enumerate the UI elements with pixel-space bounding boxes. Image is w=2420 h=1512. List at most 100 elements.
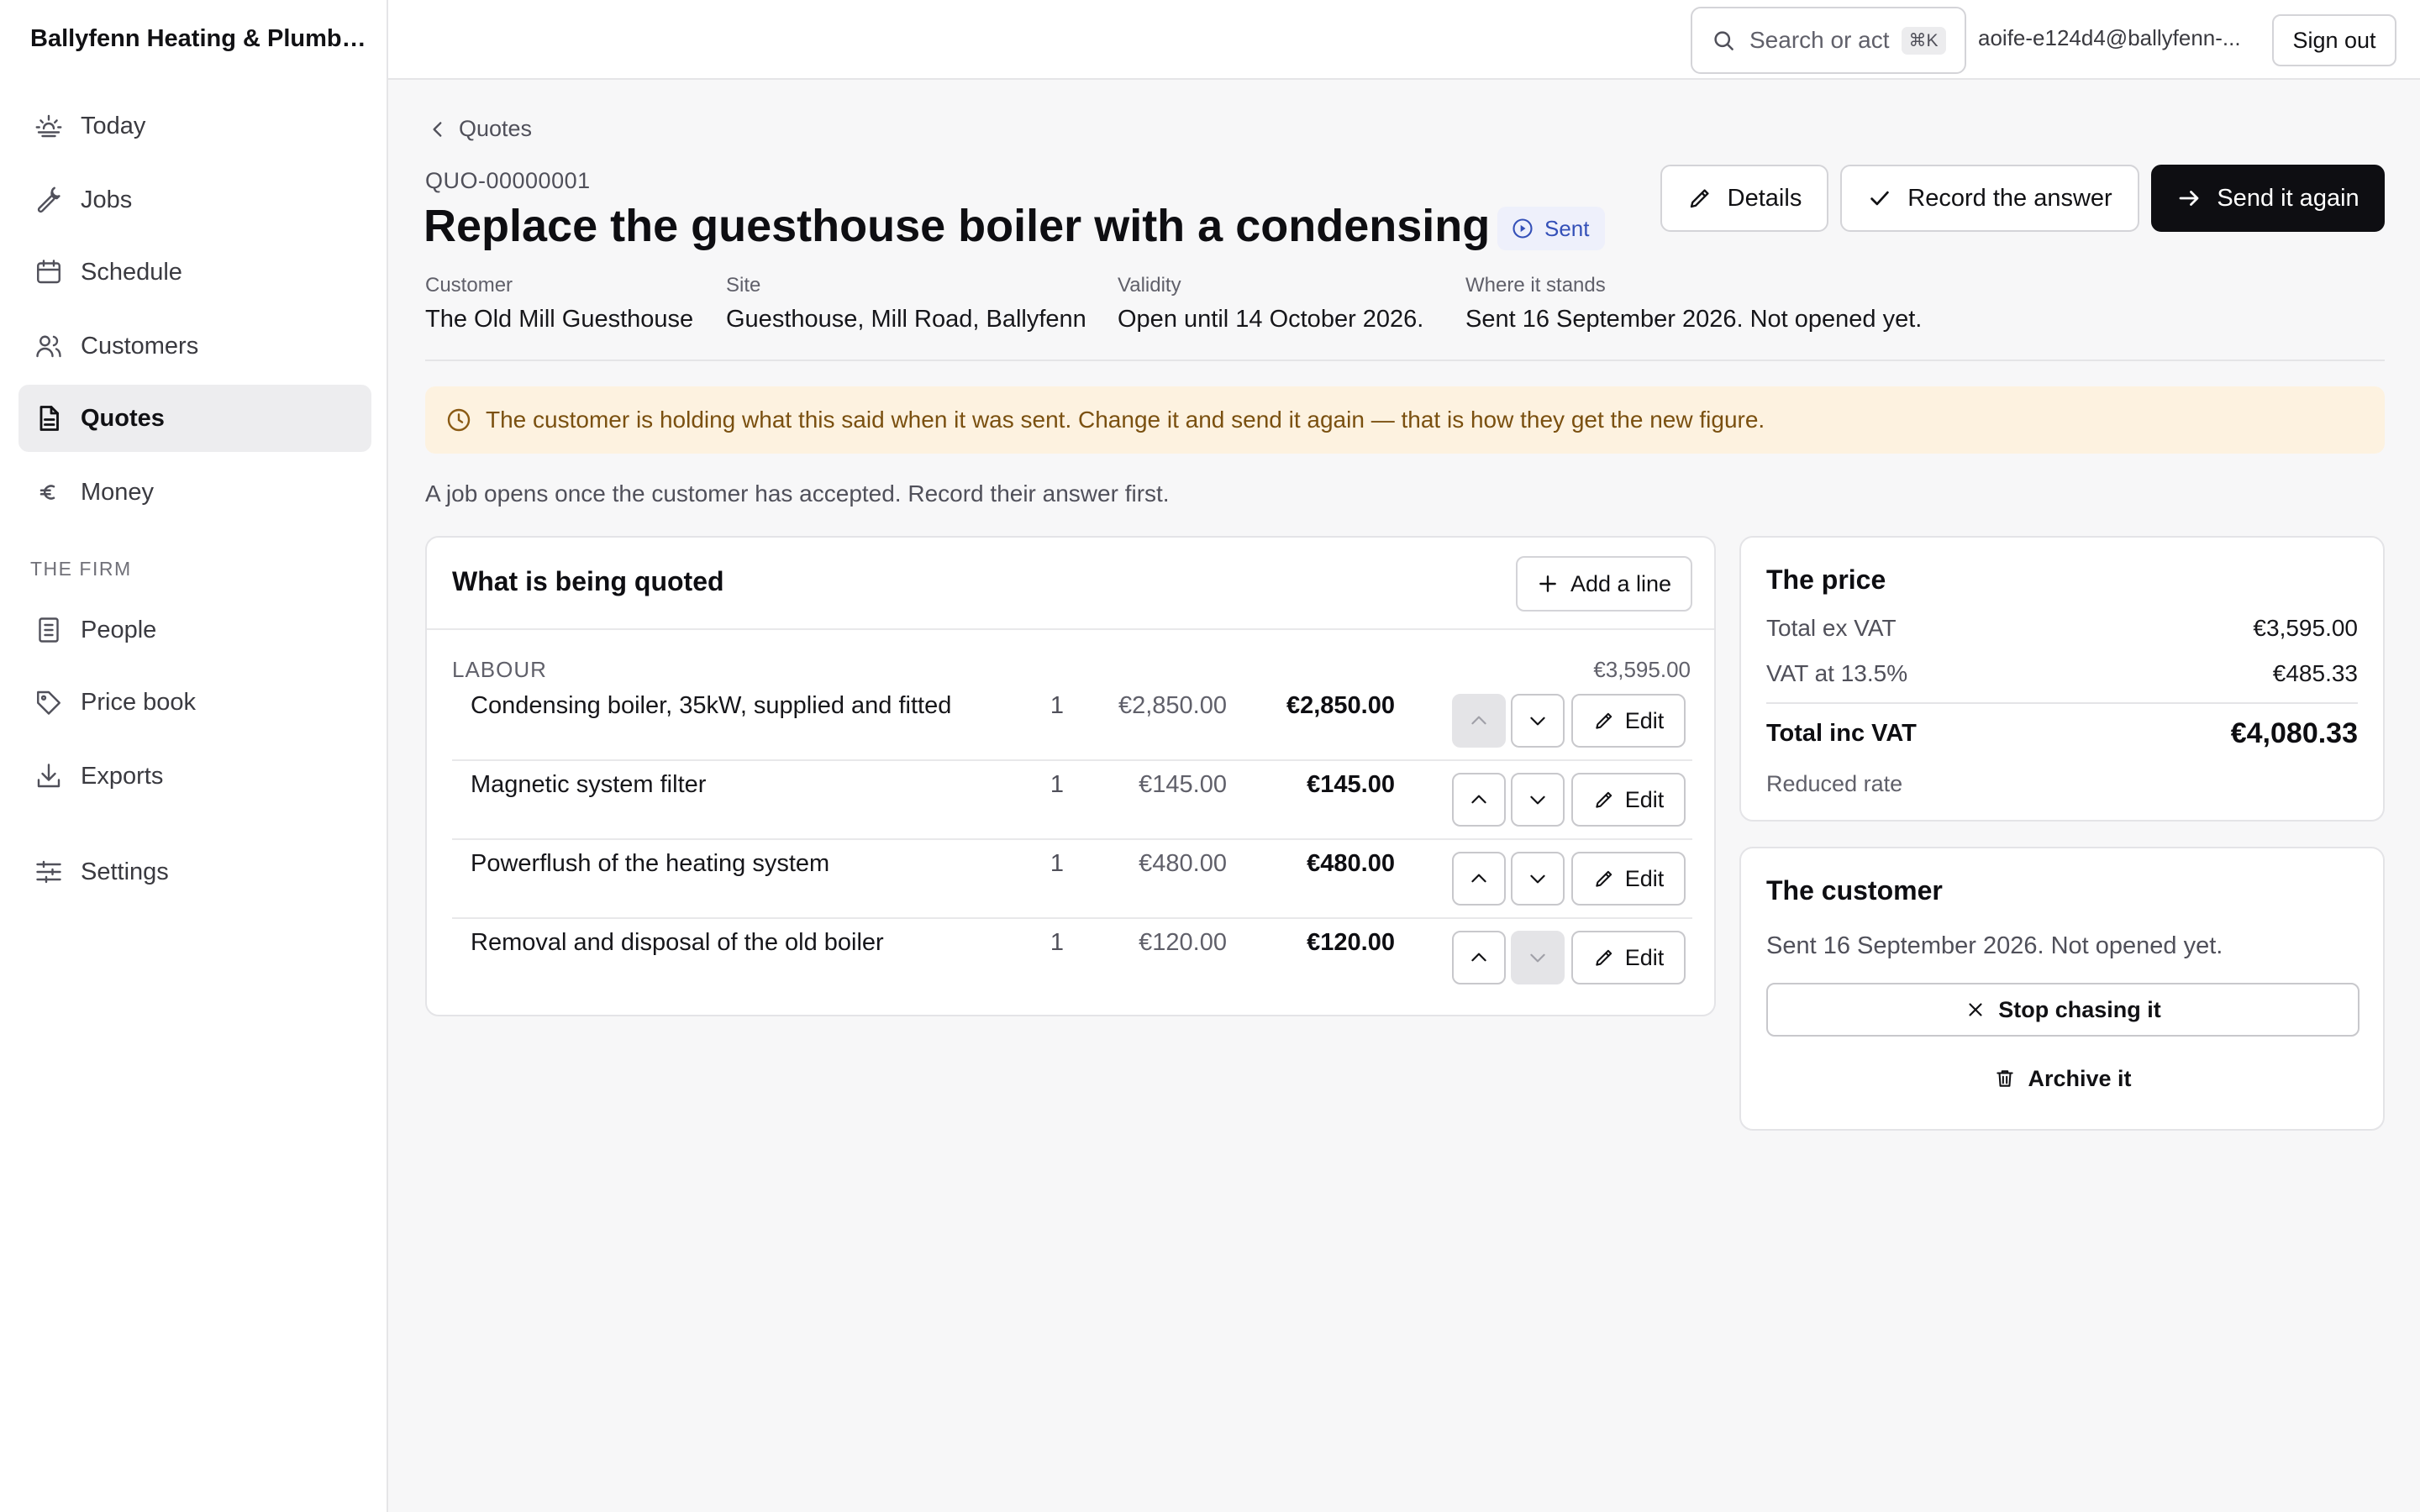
sidebar-item-money[interactable]: Money — [18, 459, 371, 526]
line-row: Removal and disposal of the old boiler 1… — [452, 919, 1692, 998]
line-quantity: 1 — [1050, 771, 1065, 798]
send-again-label: Send it again — [2217, 184, 2360, 212]
arrow-right-icon — [2176, 186, 2202, 211]
sidebar-item-jobs[interactable]: Jobs — [18, 166, 371, 234]
notice-text: The customer is holding what this said w… — [486, 407, 1765, 433]
stop-chasing-button[interactable]: Stop chasing it — [1766, 983, 2360, 1037]
sidebar-item-label: People — [81, 616, 157, 643]
sidebar-item-label: Quotes — [81, 404, 165, 432]
sidebar-item-label: Money — [81, 478, 155, 506]
calendar-icon — [34, 257, 64, 287]
quote-lines-card: What is being quoted Add a line LABOUR €… — [425, 536, 1716, 1016]
search-input[interactable]: Search or act ⌘K — [1691, 7, 1966, 74]
line-description: Condensing boiler, 35kW, supplied and fi… — [471, 692, 952, 719]
user-email: aoife-e124d4@ballyfenn-... — [1978, 25, 2241, 50]
sidebar-item-people[interactable]: People — [18, 596, 371, 664]
sidebar-item-label: Price book — [81, 688, 197, 716]
record-answer-button[interactable]: Record the answer — [1840, 165, 2139, 232]
sidebar-item-schedule[interactable]: Schedule — [18, 239, 371, 306]
nav-section-label: THE FIRM — [30, 558, 132, 580]
line-unit-price: €480.00 — [1139, 850, 1227, 877]
price-divider — [1766, 702, 2358, 704]
meta-label: Validity — [1118, 274, 1181, 297]
check-icon — [1867, 186, 1892, 211]
price-label: Total inc VAT — [1766, 720, 1917, 747]
customer-card-title: The customer — [1766, 875, 1943, 906]
pencil-icon — [1593, 710, 1615, 732]
line-total: €2,850.00 — [1286, 692, 1395, 719]
sidebar-item-label: Today — [81, 112, 146, 139]
clock-icon — [445, 407, 472, 433]
meta-value: Sent 16 September 2026. Not opened yet. — [1465, 306, 1923, 333]
sidebar-item-label: Schedule — [81, 258, 182, 286]
move-up-button[interactable] — [1452, 931, 1506, 984]
line-description: Powerflush of the heating system — [471, 850, 830, 877]
price-card: The price Total ex VAT €3,595.00 VAT at … — [1739, 536, 2385, 822]
job-hint: A job opens once the customer has accept… — [425, 480, 1170, 507]
sidebar-item-today[interactable]: Today — [18, 92, 371, 160]
chevron-down-icon — [1527, 710, 1549, 732]
search-placeholder: Search or act — [1749, 27, 1890, 53]
sidebar-item-exports[interactable]: Exports — [18, 743, 371, 810]
move-up-button[interactable] — [1452, 852, 1506, 906]
stop-chasing-label: Stop chasing it — [1998, 996, 2161, 1022]
sidebar-item-label: Settings — [81, 858, 169, 885]
meta-label: Site — [726, 274, 761, 297]
meta-site: Site Guesthouse, Mill Road, Ballyfenn — [726, 274, 1086, 333]
edit-label: Edit — [1624, 865, 1665, 891]
pencil-icon — [1593, 947, 1615, 969]
archive-label: Archive it — [2028, 1065, 2132, 1091]
wrench-icon — [34, 185, 64, 215]
edit-label: Edit — [1624, 944, 1665, 970]
price-total: €4,080.33 — [2230, 717, 2358, 749]
move-up-button[interactable] — [1452, 694, 1506, 748]
edit-line-button[interactable]: Edit — [1571, 931, 1686, 984]
move-down-button[interactable] — [1511, 852, 1565, 906]
ledger-icon — [34, 615, 64, 645]
chevron-up-icon — [1468, 947, 1490, 969]
meta-validity: Validity Open until 14 October 2026. — [1118, 274, 1423, 333]
sidebar-item-price-book[interactable]: Price book — [18, 669, 371, 736]
meta-label: Customer — [425, 274, 513, 297]
download-icon — [34, 761, 64, 791]
line-total: €120.00 — [1307, 929, 1395, 956]
meta-value: The Old Mill Guesthouse — [425, 306, 694, 333]
move-down-button[interactable] — [1511, 773, 1565, 827]
edit-line-button[interactable]: Edit — [1571, 852, 1686, 906]
close-icon — [1965, 999, 1986, 1021]
sidebar-item-label: Exports — [81, 762, 164, 790]
details-button[interactable]: Details — [1660, 165, 1828, 232]
edit-label: Edit — [1624, 707, 1665, 733]
chevron-down-icon — [1527, 868, 1549, 890]
price-label: Total ex VAT — [1766, 615, 1897, 641]
edit-line-button[interactable]: Edit — [1571, 694, 1686, 748]
line-unit-price: €120.00 — [1139, 929, 1227, 956]
price-row-vat: VAT at 13.5% €485.33 — [1766, 660, 2358, 687]
send-again-button[interactable]: Send it again — [2151, 165, 2385, 232]
chevron-down-icon — [1527, 947, 1549, 969]
customer-status: Sent 16 September 2026. Not opened yet. — [1766, 932, 2223, 959]
back-to-quotes-link[interactable]: Quotes — [427, 116, 532, 142]
plus-icon — [1537, 573, 1559, 595]
quote-reference: QUO-00000001 — [425, 168, 591, 193]
line-quantity: 1 — [1050, 692, 1065, 719]
archive-button[interactable]: Archive it — [1766, 1052, 2360, 1105]
sidebar-item-label: Customers — [81, 332, 199, 360]
sidebar-item-quotes[interactable]: Quotes — [18, 385, 371, 452]
sidebar-item-settings[interactable]: Settings — [18, 838, 371, 906]
tag-icon — [34, 687, 64, 717]
lines-card-title: What is being quoted — [452, 566, 724, 596]
pencil-icon — [1593, 868, 1615, 890]
meta-value: Open until 14 October 2026. — [1118, 306, 1424, 333]
sidebar-item-customers[interactable]: Customers — [18, 312, 371, 380]
move-down-button[interactable] — [1511, 694, 1565, 748]
sunrise-icon — [34, 111, 64, 141]
chevron-up-icon — [1468, 789, 1490, 811]
add-line-button[interactable]: Add a line — [1516, 556, 1692, 612]
move-up-button[interactable] — [1452, 773, 1506, 827]
edit-line-button[interactable]: Edit — [1571, 773, 1686, 827]
move-down-button[interactable] — [1511, 931, 1565, 984]
sign-out-button[interactable]: Sign out — [2272, 14, 2396, 66]
line-description: Magnetic system filter — [471, 771, 707, 798]
line-row: Magnetic system filter 1 €145.00 €145.00… — [452, 761, 1692, 840]
